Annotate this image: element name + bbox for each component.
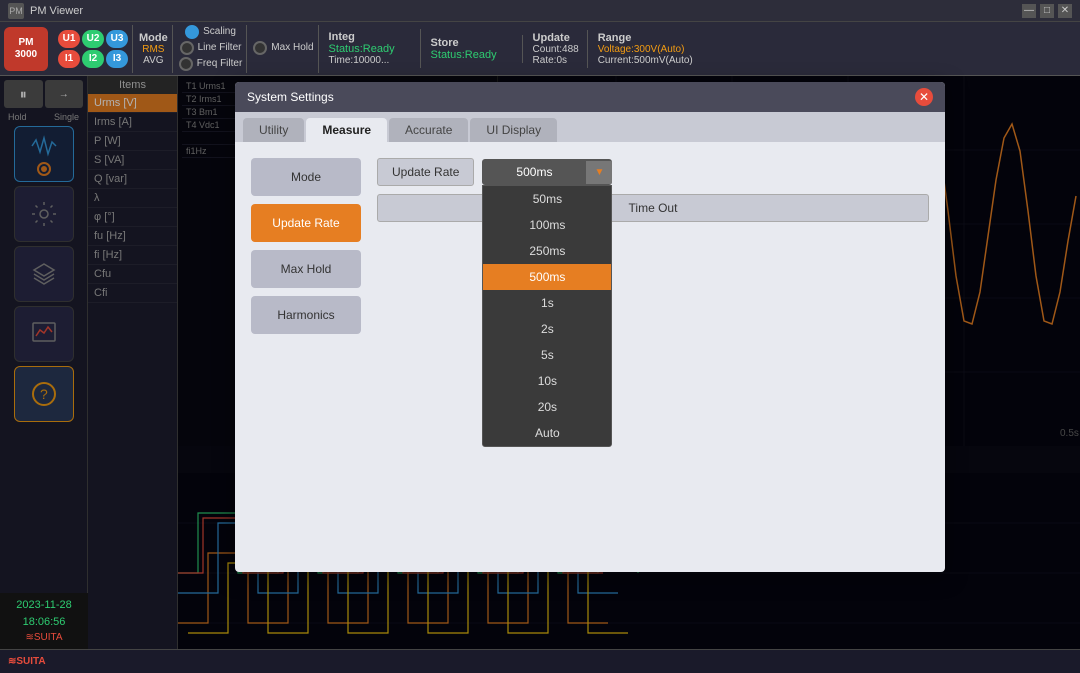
mode-label: Mode (139, 32, 168, 44)
system-settings-dialog: System Settings ✕ Utility Measure Accura… (235, 82, 945, 572)
nav-max-hold-button[interactable]: Max Hold (251, 250, 361, 288)
line-filter-toggle[interactable] (180, 41, 194, 55)
i1-button[interactable]: I1 (58, 50, 80, 68)
rate-dropdown-list: 50ms 100ms 250ms 500ms 1s 2s 5s 10s 20s … (482, 185, 612, 447)
i3-button[interactable]: I3 (106, 50, 128, 68)
channel-section: U1 U2 U3 I1 I2 I3 (54, 25, 133, 73)
dropdown-item-10s[interactable]: 10s (483, 368, 611, 394)
max-hold-label: Max Hold (271, 42, 313, 53)
i2-button[interactable]: I2 (82, 50, 104, 68)
freq-filter-label: Freq Filter (197, 58, 243, 69)
modal-close-button[interactable]: ✕ (915, 88, 933, 106)
range-title: Range (598, 32, 693, 44)
close-window-button[interactable]: ✕ (1058, 4, 1072, 18)
rate-selected-display[interactable]: 500ms ▼ (482, 159, 612, 185)
maximize-button[interactable]: □ (1040, 4, 1054, 18)
max-hold-toggle[interactable] (253, 41, 267, 55)
line-filter-label: Line Filter (198, 42, 242, 53)
dropdown-item-2s[interactable]: 2s (483, 316, 611, 342)
nav-update-rate-button[interactable]: Update Rate (251, 204, 361, 242)
update-title: Update (533, 32, 579, 44)
status-logo: ≋SUITA (8, 656, 46, 667)
scaling-toggle[interactable] (185, 25, 199, 39)
dropdown-item-50ms[interactable]: 50ms (483, 186, 611, 212)
rate-dropdown-container: 500ms ▼ 50ms 100ms 250ms 500ms 1s 2s (482, 159, 612, 185)
modal-right-content: Update Rate 500ms ▼ 50ms 100ms 250ms (377, 158, 929, 556)
toolbar: PM 3000 U1 U2 U3 I1 I2 I3 Mode RMS AVG S… (0, 22, 1080, 76)
modal-content: Mode Update Rate Max Hold Harmonics Upda… (235, 142, 945, 572)
dropdown-item-auto[interactable]: Auto (483, 420, 611, 446)
store-status: Status:Ready (431, 49, 514, 61)
dropdown-item-100ms[interactable]: 100ms (483, 212, 611, 238)
modal-nav-buttons: Mode Update Rate Max Hold Harmonics (251, 158, 361, 556)
time-display: 18:06:56 (4, 614, 84, 631)
dropdown-item-500ms[interactable]: 500ms (483, 264, 611, 290)
rms-label: RMS (142, 44, 164, 55)
minimize-button[interactable]: — (1022, 4, 1036, 18)
status-bar: ≋SUITA (0, 649, 1080, 673)
update-rate-area: Update Rate 500ms ▼ 50ms 100ms 250ms (377, 158, 929, 222)
title-bar: PM PM Viewer — □ ✕ (0, 0, 1080, 22)
dropdown-item-250ms[interactable]: 250ms (483, 238, 611, 264)
datetime-display: 2023-11-28 18:06:56 ≋SUITA (0, 593, 88, 649)
tab-utility[interactable]: Utility (243, 118, 304, 142)
integ-section: Integ Status:Ready Time:10000... (321, 29, 421, 68)
timeout-button[interactable]: Time Out (377, 194, 929, 222)
date-display: 2023-11-28 (4, 597, 84, 614)
dropdown-arrow-icon: ▼ (586, 161, 612, 184)
freq-filter-toggle[interactable] (179, 57, 193, 71)
rate-top-row: Update Rate 500ms ▼ 50ms 100ms 250ms (377, 158, 929, 186)
u3-button[interactable]: U3 (106, 30, 128, 48)
update-section: Update Count:488 Rate:0s (525, 30, 588, 68)
integ-status: Status:Ready (329, 43, 412, 55)
modal-title: System Settings (247, 90, 334, 104)
nav-mode-button[interactable]: Mode (251, 158, 361, 196)
store-title: Store (431, 37, 514, 49)
scaling-label: Scaling (203, 26, 236, 37)
suita-logo: ≋SUITA (4, 630, 84, 645)
dropdown-item-20s[interactable]: 20s (483, 394, 611, 420)
range-section: Range Voltage:300V(Auto) Current:500mV(A… (590, 30, 701, 68)
i-channels: I1 I2 I3 (58, 50, 128, 68)
app-logo: PM 3000 (4, 27, 48, 71)
tab-ui-display[interactable]: UI Display (470, 118, 557, 142)
store-section: Store Status:Ready (423, 35, 523, 63)
update-rate-display: Rate:0s (533, 55, 579, 66)
update-count: Count:488 (533, 44, 579, 55)
integ-title: Integ (329, 31, 412, 43)
tab-measure[interactable]: Measure (306, 118, 387, 142)
app-icon: PM (8, 3, 24, 19)
app-title: PM Viewer (30, 5, 83, 17)
tab-accurate[interactable]: Accurate (389, 118, 468, 142)
max-hold-section: Max Hold (249, 25, 318, 73)
range-current: Current:500mV(Auto) (598, 55, 693, 66)
modal-title-bar: System Settings ✕ (235, 82, 945, 112)
modal-overlay: System Settings ✕ Utility Measure Accura… (0, 76, 1080, 673)
integ-time: Time:10000... (329, 55, 412, 66)
modal-tabs: Utility Measure Accurate UI Display (235, 112, 945, 142)
scaling-section: Scaling Line Filter Freq Filter (175, 25, 248, 73)
dropdown-item-5s[interactable]: 5s (483, 342, 611, 368)
avg-label: AVG (143, 55, 163, 66)
window-controls: — □ ✕ (1022, 4, 1072, 18)
update-rate-label-button[interactable]: Update Rate (377, 158, 474, 186)
range-voltage: Voltage:300V(Auto) (598, 44, 693, 55)
nav-harmonics-button[interactable]: Harmonics (251, 296, 361, 334)
u1-button[interactable]: U1 (58, 30, 80, 48)
u2-button[interactable]: U2 (82, 30, 104, 48)
dropdown-item-1s[interactable]: 1s (483, 290, 611, 316)
mode-section: Mode RMS AVG (135, 25, 173, 73)
rate-selected-value: 500ms (482, 159, 586, 185)
u-channels: U1 U2 U3 (58, 30, 128, 48)
